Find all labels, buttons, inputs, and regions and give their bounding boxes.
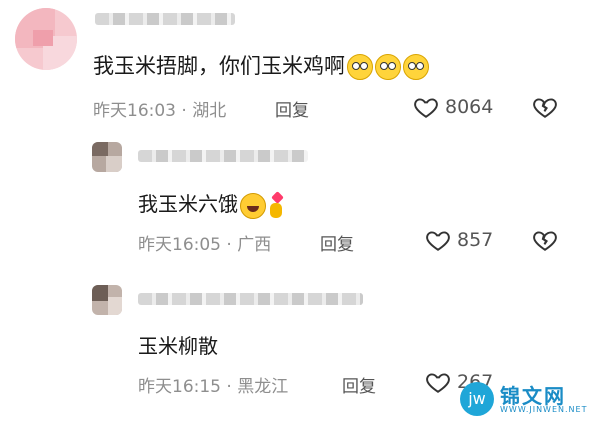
watermark: jw 锦文网 WWW.JINWEN.NET — [460, 380, 596, 418]
location: 黑龙江 — [237, 377, 289, 397]
comment-text: 我玉米捂脚，你们玉米鸡啊 — [93, 50, 429, 80]
reply-text: 我玉米六饿 — [138, 188, 284, 219]
reply-button[interactable]: 回复 — [275, 96, 309, 121]
location: 广西 — [237, 235, 272, 255]
reply-text-content: 我玉米六饿 — [138, 192, 238, 216]
dislike-button[interactable] — [532, 227, 558, 257]
like-count: 857 — [457, 229, 494, 251]
timestamp: 昨天16:15 — [138, 377, 221, 397]
avatar[interactable] — [15, 8, 77, 70]
heart-outline-icon — [414, 98, 438, 118]
avatar-blur-block — [92, 142, 108, 156]
timestamp: 昨天16:03 — [93, 101, 176, 121]
avatar-blur-block — [108, 297, 122, 315]
smile-emoji-icon — [347, 54, 373, 80]
broken-heart-icon — [533, 231, 557, 251]
smile-emoji-icon — [375, 54, 401, 80]
reply-button[interactable]: 回复 — [342, 372, 376, 397]
comment-text-content: 我玉米捂脚，你们玉米鸡啊 — [93, 54, 345, 78]
location: 湖北 — [192, 101, 227, 121]
username-blurred[interactable] — [95, 13, 235, 25]
like-button[interactable] — [413, 94, 439, 124]
like-button[interactable] — [425, 227, 451, 257]
avatar-blur-block — [92, 285, 108, 301]
username-blurred[interactable] — [138, 150, 308, 162]
reply-meta: 昨天16:15 · 黑龙江 — [138, 377, 289, 397]
watermark-url: WWW.JINWEN.NET — [500, 405, 588, 414]
avatar-blur-block — [106, 156, 122, 172]
like-count: 8064 — [445, 96, 494, 118]
avatar[interactable] — [92, 142, 122, 172]
reply-text: 玉米柳散 — [138, 330, 218, 359]
comment-meta: 昨天16:03 · 湖北 — [93, 101, 227, 121]
finger-heart-emoji-icon — [268, 193, 284, 219]
watermark-logo: jw — [460, 382, 494, 416]
avatar[interactable] — [92, 285, 122, 315]
heart-outline-icon — [426, 231, 450, 251]
reply-meta: 昨天16:05 · 广西 — [138, 235, 272, 255]
laughing-emoji-icon — [240, 192, 266, 219]
avatar-blur-block — [33, 30, 53, 46]
smile-emoji-icon — [403, 54, 429, 80]
broken-heart-icon — [533, 98, 557, 118]
like-button[interactable] — [425, 369, 451, 399]
timestamp: 昨天16:05 — [138, 235, 221, 255]
username-blurred[interactable] — [138, 293, 363, 305]
reply-text-content: 玉米柳散 — [138, 334, 218, 358]
dislike-button[interactable] — [532, 94, 558, 124]
heart-outline-icon — [426, 373, 450, 393]
reply-button[interactable]: 回复 — [320, 230, 354, 255]
